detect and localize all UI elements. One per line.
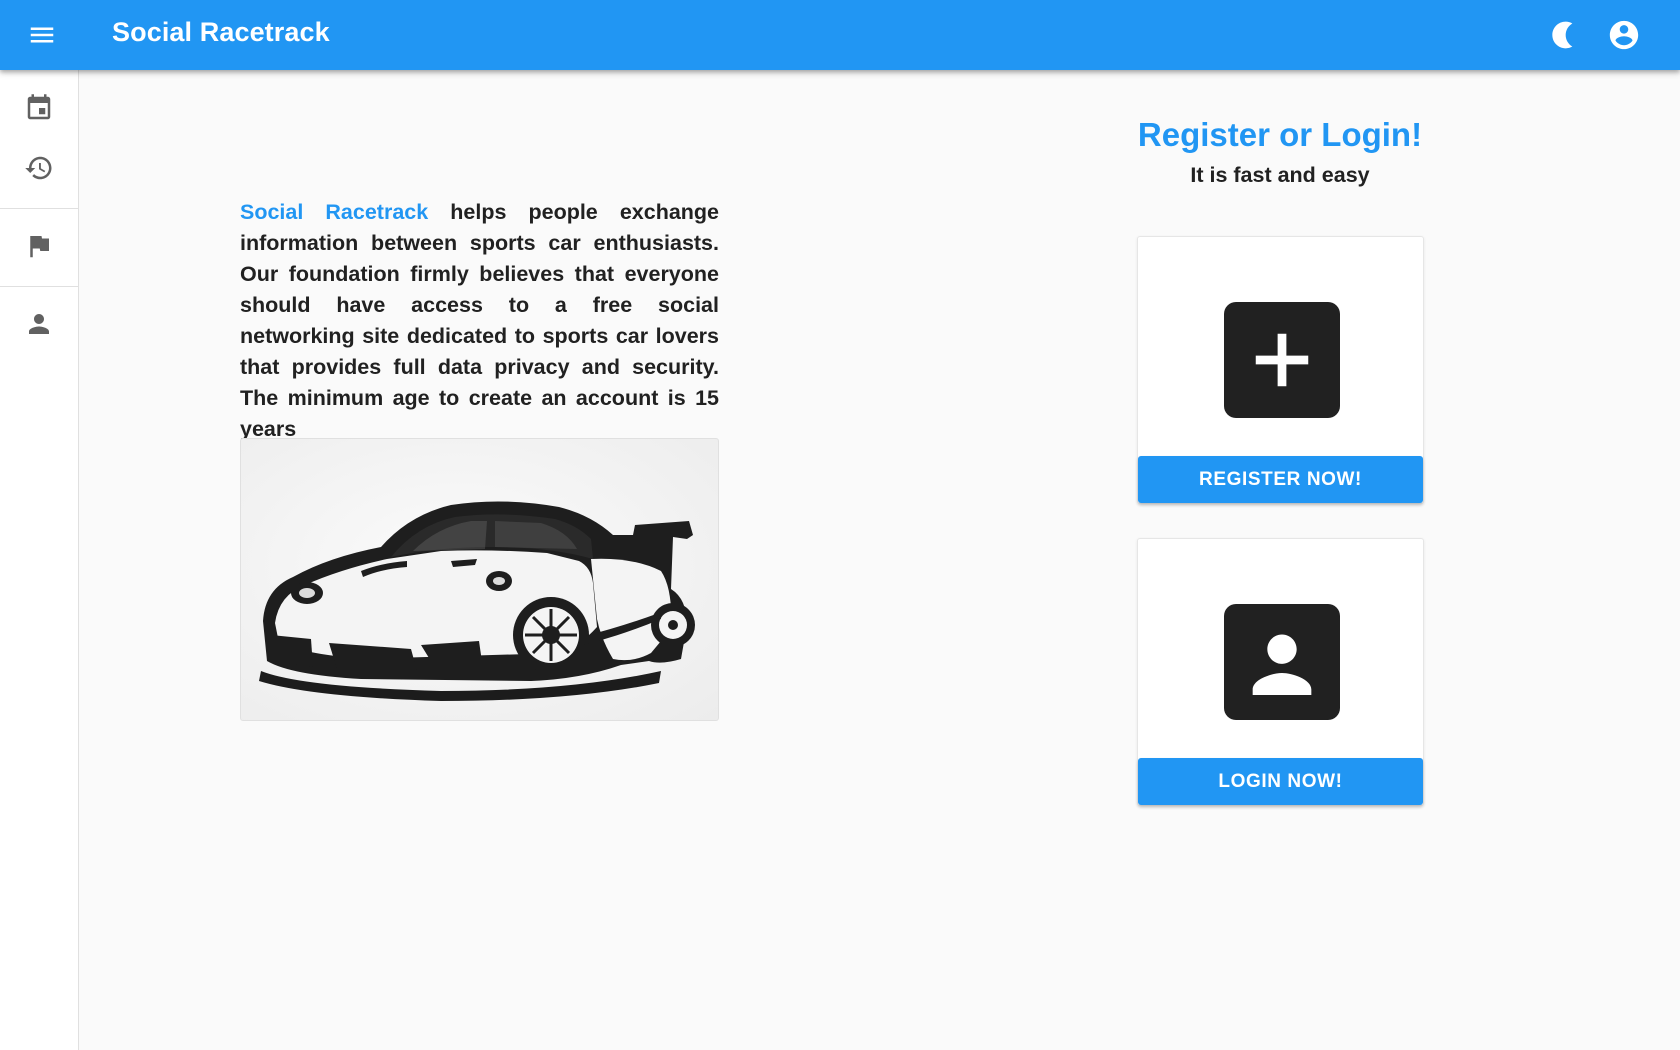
nav-item-calendar[interactable]	[0, 80, 78, 136]
register-card: REGISTER NOW!	[1137, 236, 1424, 504]
intro-text: helps people exchange information betwee…	[240, 200, 720, 441]
nav-item-profile[interactable]	[0, 296, 78, 352]
login-card: LOGIN NOW!	[1137, 538, 1424, 806]
account-box-icon	[1252, 634, 1312, 695]
car-illustration	[240, 438, 719, 721]
register-button[interactable]: REGISTER NOW!	[1138, 456, 1423, 503]
rail-divider	[0, 286, 78, 287]
nav-item-flag[interactable]	[0, 218, 78, 274]
account-button[interactable]	[1601, 12, 1647, 58]
add-box-icon	[1255, 333, 1309, 387]
menu-button[interactable]	[18, 12, 66, 58]
rail-divider	[0, 208, 78, 209]
app-bar: Social Racetrack	[0, 0, 1680, 70]
auth-subheading: It is fast and easy	[1190, 163, 1370, 187]
dark-mode-icon	[1552, 21, 1573, 49]
calendar-icon	[27, 94, 51, 120]
app-title: Social Racetrack	[112, 17, 330, 47]
register-tile[interactable]	[1224, 302, 1340, 418]
navigation-rail	[0, 70, 79, 1050]
login-button[interactable]: LOGIN NOW!	[1138, 758, 1423, 805]
nav-item-history[interactable]	[0, 140, 78, 196]
brand-name: Social Racetrack	[240, 200, 429, 224]
sports-car-illustration	[259, 501, 695, 701]
account-circle-icon	[1609, 20, 1639, 50]
intro-paragraph: Social Racetrack helps people exchange i…	[240, 197, 719, 445]
person-icon	[29, 314, 49, 334]
login-tile[interactable]	[1224, 604, 1340, 720]
menu-icon	[30, 27, 54, 43]
history-icon	[25, 156, 52, 180]
theme-toggle-button[interactable]	[1540, 12, 1586, 58]
flag-icon	[30, 236, 49, 258]
auth-heading: Register or Login!	[1137, 116, 1423, 153]
